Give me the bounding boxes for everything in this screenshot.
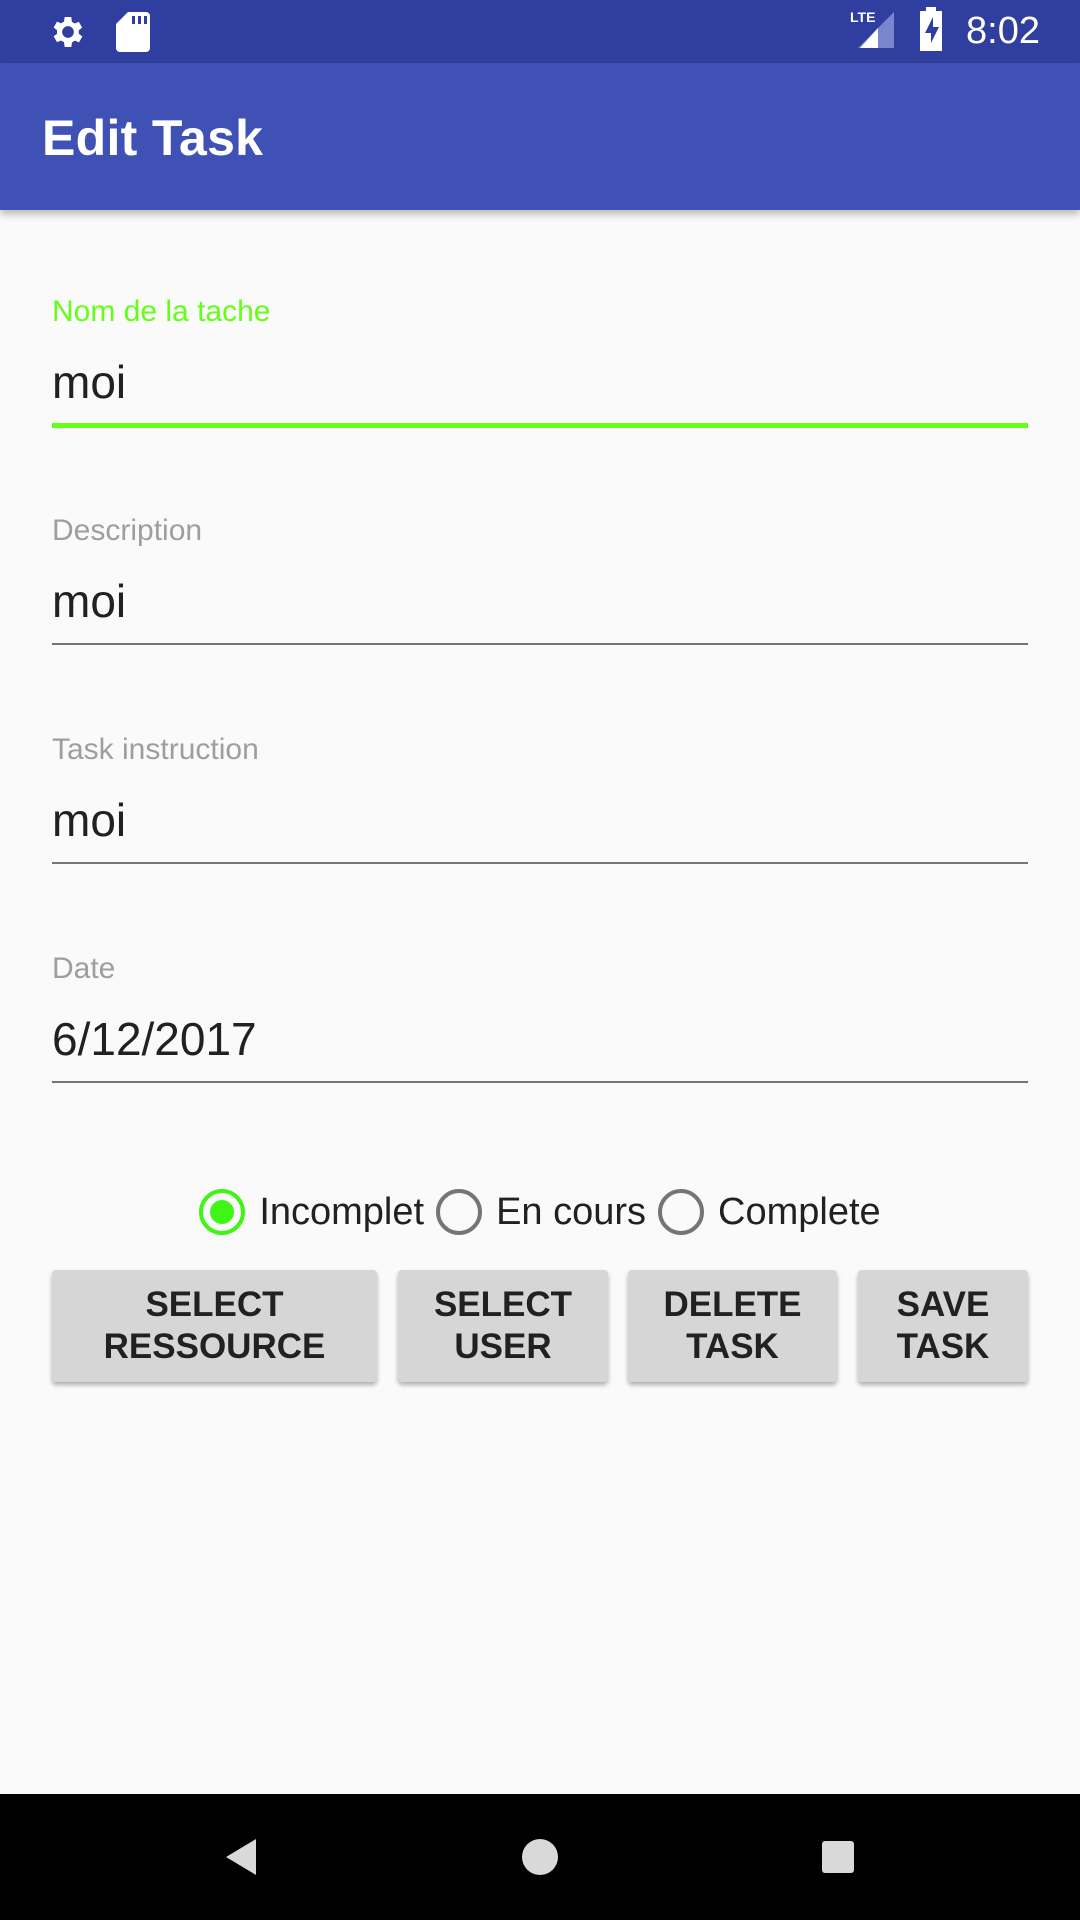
save-task-button[interactable]: SAVE TASK xyxy=(858,1270,1028,1382)
network-label: LTE xyxy=(850,9,875,25)
radio-checked-icon[interactable] xyxy=(199,1189,246,1235)
task-name-label: Nom de la tache xyxy=(52,295,271,328)
description-input[interactable]: moi xyxy=(52,567,1028,635)
task-name-input[interactable]: moi xyxy=(52,348,1028,416)
radio-incomplet-label: Incomplet xyxy=(259,1190,425,1233)
app-bar: Edit Task xyxy=(0,63,1080,210)
select-user-button[interactable]: SELECT USER xyxy=(398,1270,608,1382)
clock: 8:02 xyxy=(966,10,1040,52)
task-name-underline xyxy=(52,423,1028,428)
description-field[interactable]: Description moi xyxy=(52,511,1028,645)
radio-complete[interactable]: Complete xyxy=(658,1189,881,1235)
home-icon[interactable] xyxy=(470,1794,610,1920)
date-label: Date xyxy=(52,952,116,985)
status-bar: LTE 8:02 xyxy=(0,0,1080,63)
lte-signal-icon: LTE xyxy=(848,8,896,55)
description-underline xyxy=(52,643,1028,645)
date-field[interactable]: Date 6/12/2017 xyxy=(52,949,1028,1083)
task-instruction-field[interactable]: Task instruction moi xyxy=(52,730,1028,864)
task-instruction-label: Task instruction xyxy=(52,733,259,766)
battery-charging-icon xyxy=(918,7,944,56)
status-radio-group: Incomplet En cours Complete xyxy=(0,1182,1080,1242)
settings-icon xyxy=(48,12,88,57)
date-input[interactable]: 6/12/2017 xyxy=(52,1005,1028,1073)
task-name-field[interactable]: Nom de la tache moi xyxy=(52,292,1028,428)
page-title: Edit Task xyxy=(42,110,264,166)
radio-en-cours[interactable]: En cours xyxy=(436,1189,646,1235)
sd-card-icon xyxy=(116,12,150,57)
radio-en-cours-label: En cours xyxy=(496,1190,647,1233)
back-icon[interactable] xyxy=(172,1794,312,1920)
radio-unchecked-icon[interactable] xyxy=(658,1189,705,1235)
radio-complete-label: Complete xyxy=(718,1190,881,1233)
delete-task-button[interactable]: DELETE TASK xyxy=(628,1270,837,1382)
task-instruction-underline xyxy=(52,862,1028,864)
select-ressource-button[interactable]: SELECT RESSOURCE xyxy=(52,1270,377,1382)
recents-icon[interactable] xyxy=(768,1794,908,1920)
navigation-bar xyxy=(0,1794,1080,1920)
description-label: Description xyxy=(52,514,203,547)
radio-incomplet[interactable]: Incomplet xyxy=(199,1189,424,1235)
date-underline xyxy=(52,1081,1028,1083)
task-instruction-input[interactable]: moi xyxy=(52,786,1028,854)
radio-unchecked-icon[interactable] xyxy=(436,1189,483,1235)
